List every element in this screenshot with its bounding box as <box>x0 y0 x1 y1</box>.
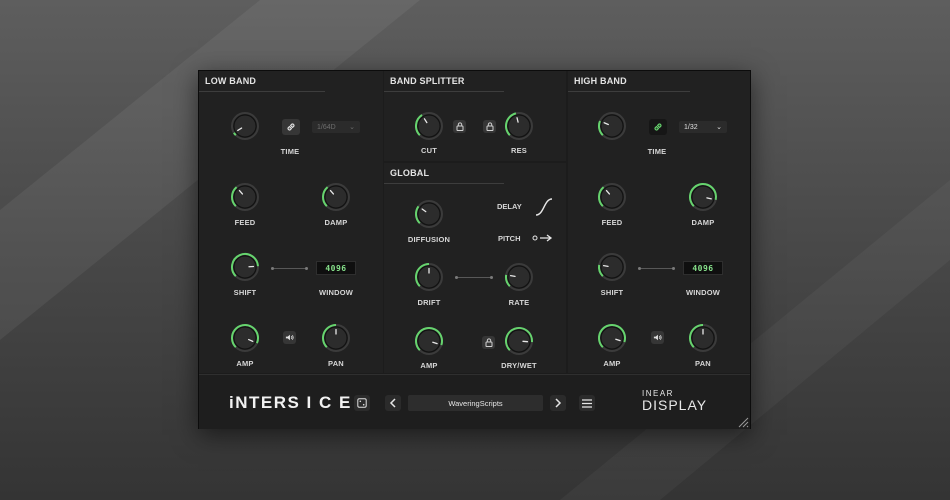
high-feed-knob[interactable] <box>597 182 627 212</box>
low-speaker-button[interactable] <box>283 331 296 344</box>
low-window-display[interactable]: 4096 <box>316 261 356 275</box>
drift-label: DRIFT <box>417 298 441 307</box>
low-time-select-value: 1/64D <box>317 123 336 131</box>
chevron-down-icon: ⌄ <box>349 124 355 131</box>
high-amp-knob[interactable] <box>597 323 627 353</box>
band-splitter-panel: BAND SPLITTER CUT RES <box>384 71 566 161</box>
high-speaker-button[interactable] <box>651 331 664 344</box>
footer-bar: iNTERS I C E WaveringScripts INEAR DISPL… <box>199 374 750 429</box>
low-damp-label: DAMP <box>324 218 348 227</box>
lock-icon <box>456 122 463 131</box>
low-feed-label: FEED <box>234 218 256 227</box>
link-icon <box>287 123 295 131</box>
cut-label: CUT <box>420 146 437 155</box>
header-divider <box>384 91 504 92</box>
global-title: GLOBAL <box>390 168 430 178</box>
high-shift-label: SHIFT <box>600 288 624 297</box>
high-feed-label: FEED <box>601 218 623 227</box>
high-time-select-value: 1/32 <box>684 123 698 131</box>
delay-curve-icon[interactable] <box>534 197 554 217</box>
lock-icon <box>485 338 492 347</box>
low-pan-knob[interactable] <box>321 323 351 353</box>
high-pan-label: PAN <box>695 359 711 368</box>
resize-grip-icon[interactable] <box>737 416 749 428</box>
high-shift-knob[interactable] <box>597 252 627 282</box>
res-knob[interactable] <box>504 111 534 141</box>
high-amp-label: AMP <box>603 359 621 368</box>
rate-label: RATE <box>508 298 530 307</box>
shift-window-link <box>271 267 308 270</box>
next-preset-button[interactable] <box>550 395 566 411</box>
diffusion-knob[interactable] <box>414 199 444 229</box>
dry-wet-knob[interactable] <box>504 326 534 356</box>
low-time-label: TIME <box>280 147 300 156</box>
link-icon <box>654 123 662 131</box>
low-damp-knob[interactable] <box>321 182 351 212</box>
product-logo: iNTERS I C E <box>229 393 352 412</box>
low-pan-label: PAN <box>328 359 344 368</box>
rate-knob[interactable] <box>504 262 534 292</box>
high-time-label: TIME <box>647 147 667 156</box>
low-feed-knob[interactable] <box>230 182 260 212</box>
chevron-down-icon: ⌄ <box>716 124 722 131</box>
high-time-select[interactable]: 1/32 ⌄ <box>679 121 727 133</box>
cut-lock-button[interactable] <box>453 120 466 133</box>
dice-icon <box>357 398 367 408</box>
global-panel: GLOBAL DIFFUSION DELAY PITCH DRIFT RATE … <box>384 163 566 373</box>
global-amp-knob[interactable] <box>414 326 444 356</box>
chevron-left-icon <box>389 398 396 408</box>
global-lock-button[interactable] <box>482 336 495 349</box>
low-shift-label: SHIFT <box>233 288 257 297</box>
speaker-icon <box>285 334 294 341</box>
high-band-panel: HIGH BAND 1/32 ⌄ TIME FEED DAMP 4096 SHI… <box>568 71 750 373</box>
randomize-button[interactable] <box>354 395 370 411</box>
low-time-select[interactable]: 1/64D ⌄ <box>312 121 360 133</box>
hamburger-menu-icon <box>582 398 592 408</box>
pitch-arrow-icon[interactable] <box>532 233 554 243</box>
previous-preset-button[interactable] <box>385 395 401 411</box>
drift-knob[interactable] <box>414 262 444 292</box>
res-lock-button[interactable] <box>483 120 496 133</box>
cut-knob[interactable] <box>414 111 444 141</box>
low-link-button[interactable] <box>282 119 300 135</box>
menu-button[interactable] <box>579 395 595 411</box>
header-divider <box>568 91 690 92</box>
high-pan-knob[interactable] <box>688 323 718 353</box>
speaker-icon <box>653 334 662 341</box>
preset-name-field[interactable]: WaveringScripts <box>408 395 543 411</box>
high-window-display[interactable]: 4096 <box>683 261 723 275</box>
high-link-button[interactable] <box>649 119 667 135</box>
plugin-window: LOW BAND 1/64D ⌄ TIME FEED DAMP 4096 SHI… <box>198 70 751 429</box>
chevron-right-icon <box>555 398 562 408</box>
dry-wet-label: DRY/WET <box>501 361 537 370</box>
low-band-panel: LOW BAND 1/64D ⌄ TIME FEED DAMP 4096 SHI… <box>199 71 383 373</box>
lock-icon <box>486 122 493 131</box>
brand-line-2: DISPLAY <box>642 397 708 413</box>
low-amp-knob[interactable] <box>230 323 260 353</box>
high-damp-label: DAMP <box>691 218 715 227</box>
global-amp-label: AMP <box>420 361 438 370</box>
high-band-title: HIGH BAND <box>574 76 627 86</box>
low-amp-label: AMP <box>236 359 254 368</box>
header-divider <box>199 91 325 92</box>
band-splitter-title: BAND SPLITTER <box>390 76 465 86</box>
diffusion-label: DIFFUSION <box>407 235 451 244</box>
high-damp-knob[interactable] <box>688 182 718 212</box>
low-window-label: WINDOW <box>318 288 354 297</box>
brand-logo: INEAR DISPLAY <box>642 389 707 412</box>
pitch-label: PITCH <box>498 234 521 243</box>
high-time-knob[interactable] <box>597 111 627 141</box>
low-band-title: LOW BAND <box>205 76 257 86</box>
low-time-knob[interactable] <box>230 111 260 141</box>
delay-label: DELAY <box>497 202 522 211</box>
high-window-label: WINDOW <box>685 288 721 297</box>
res-label: RES <box>510 146 528 155</box>
drift-rate-link <box>455 276 493 279</box>
header-divider <box>384 183 504 184</box>
shift-window-link <box>638 267 675 270</box>
low-shift-knob[interactable] <box>230 252 260 282</box>
